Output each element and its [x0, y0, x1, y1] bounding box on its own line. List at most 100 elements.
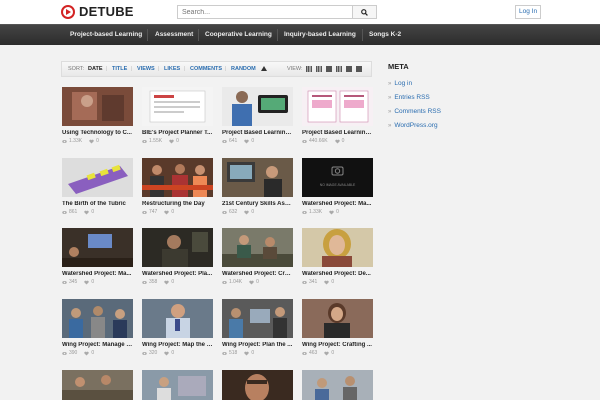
video-thumbnail[interactable] [302, 299, 373, 338]
video-title[interactable]: Using Technology to C... [62, 130, 133, 136]
video-title[interactable]: The Birth of the Tubric [62, 201, 133, 207]
nav-item-cooperative-learning[interactable]: Cooperative Learning [205, 25, 272, 45]
sidebar-link-label[interactable]: Comments RSS [394, 108, 441, 115]
video-thumbnail[interactable] [222, 370, 293, 400]
views-icon [62, 280, 67, 285]
video-card[interactable]: Using Technology to C... 1.33K 0 [62, 87, 133, 144]
video-card[interactable]: BIE's Project Planner T... 1.55K 0 [142, 87, 213, 144]
video-title[interactable]: Restructuring the Day [142, 201, 213, 207]
view-full-icon[interactable] [356, 66, 362, 72]
video-title[interactable]: 21st Century Skills Ass... [222, 201, 293, 207]
video-thumbnail[interactable] [302, 87, 373, 126]
nav-item-songs-k2[interactable]: Songs K-2 [369, 25, 401, 45]
view-grid-medium-icon[interactable] [316, 66, 322, 72]
sidebar-link-login[interactable]: » Log in [388, 80, 518, 87]
search-input[interactable] [177, 5, 353, 19]
video-thumbnail[interactable] [142, 299, 213, 338]
video-card[interactable]: Wing Project: Map the P... 320 0 [142, 299, 213, 356]
site-logo[interactable]: DETUBE [61, 4, 134, 19]
video-card[interactable]: Restructuring the Day 747 0 [142, 158, 213, 215]
view-grid-large-icon[interactable] [326, 66, 332, 72]
video-thumbnail[interactable] [62, 87, 133, 126]
search-button[interactable] [353, 5, 377, 19]
video-title[interactable]: Wing Project: Plan the ... [222, 342, 293, 348]
video-card[interactable]: Watershed Project: Ma... 345 0 [62, 228, 133, 285]
video-card[interactable]: Wing Project: Plan the ... 518 0 [222, 299, 293, 356]
view-grid-small-icon[interactable] [306, 66, 312, 72]
sidebar-link-entries-rss[interactable]: » Entries RSS [388, 94, 518, 101]
video-card[interactable]: Watershed Project: Cra... 1.04K 0 [222, 228, 293, 285]
view-list-icon[interactable] [336, 66, 342, 72]
views-icon [62, 139, 67, 144]
video-thumbnail[interactable] [62, 228, 133, 267]
view-count: 861 [69, 209, 78, 215]
video-card[interactable] [302, 370, 373, 400]
video-thumbnail[interactable] [222, 228, 293, 267]
video-title[interactable]: Watershed Project: Cra... [222, 271, 293, 277]
sidebar-link-label[interactable]: Log in [394, 80, 412, 87]
nav-item-project-based-learning[interactable]: Project-based Learning [70, 25, 142, 45]
video-thumbnail[interactable] [142, 228, 213, 267]
video-thumbnail[interactable] [222, 87, 293, 126]
video-card[interactable]: Watershed Project: De... 341 0 [302, 228, 373, 285]
video-thumbnail[interactable] [62, 370, 133, 400]
video-meta: 1.04K 0 [222, 279, 293, 285]
video-thumbnail[interactable] [62, 299, 133, 338]
view-list-large-icon[interactable] [346, 66, 352, 72]
sort-option-date[interactable]: DATE [88, 66, 103, 72]
search-form [177, 5, 377, 19]
nav-item-inquiry-based-learning[interactable]: Inquiry-based Learning [284, 25, 356, 45]
like-count: 0 [251, 138, 255, 144]
likes-icon [249, 280, 254, 285]
sort-option-views[interactable]: VIEWS [137, 66, 155, 72]
video-card[interactable]: Project Based Learning... 440.66K 0 [302, 87, 373, 144]
video-title[interactable]: Watershed Project: Pla... [142, 271, 213, 277]
video-title[interactable]: BIE's Project Planner T... [142, 130, 213, 136]
video-meta: 463 0 [302, 350, 373, 356]
likes-icon [324, 280, 329, 285]
sidebar-link-label[interactable]: Entries RSS [394, 94, 429, 101]
video-title[interactable]: Project Based Learning... [302, 130, 373, 136]
like-count: 0 [171, 209, 175, 215]
video-title[interactable]: Project Based Learning... [222, 130, 293, 136]
video-thumbnail[interactable] [302, 228, 373, 267]
video-card[interactable] [142, 370, 213, 400]
sidebar-link-wordpress[interactable]: » WordPress.org [388, 122, 518, 129]
login-button[interactable]: Log In [515, 5, 542, 19]
video-thumbnail[interactable] [142, 158, 213, 197]
sidebar-link-comments-rss[interactable]: » Comments RSS [388, 108, 518, 115]
video-title[interactable]: Wing Project: Crafting ... [302, 342, 373, 348]
video-thumbnail[interactable] [222, 158, 293, 197]
sort-option-random[interactable]: RANDOM [231, 66, 256, 72]
video-card[interactable] [222, 370, 293, 400]
video-thumbnail[interactable] [142, 87, 213, 126]
like-count: 0 [91, 209, 95, 215]
video-meta: 358 0 [142, 279, 213, 285]
video-title[interactable]: Watershed Project: Ma... [62, 271, 133, 277]
sort-option-title[interactable]: TITLE [112, 66, 127, 72]
sort-direction-icon[interactable] [261, 66, 267, 71]
video-card[interactable]: Wing Project: Manage t... 390 0 [62, 299, 133, 356]
video-card[interactable]: NO IMAGE AVAILABLE Watershed Project: Ma… [302, 158, 373, 215]
video-thumbnail[interactable] [302, 370, 373, 400]
sort-option-comments[interactable]: COMMENTS [190, 66, 222, 72]
video-title[interactable]: Wing Project: Manage t... [62, 342, 133, 348]
sort-option-likes[interactable]: LIKES [164, 66, 180, 72]
video-title[interactable]: Watershed Project: De... [302, 271, 373, 277]
video-card[interactable] [62, 370, 133, 400]
video-thumbnail[interactable] [222, 299, 293, 338]
sort-divider: | [158, 66, 160, 72]
video-title[interactable]: Wing Project: Map the P... [142, 342, 213, 348]
sidebar-link-label[interactable]: WordPress.org [394, 122, 437, 129]
video-title[interactable]: Watershed Project: Ma... [302, 201, 373, 207]
video-card[interactable]: The Birth of the Tubric 861 0 [62, 158, 133, 215]
video-thumbnail[interactable] [62, 158, 133, 197]
video-card[interactable]: Watershed Project: Pla... 358 0 [142, 228, 213, 285]
video-card[interactable]: 21st Century Skills Ass... 632 0 [222, 158, 293, 215]
video-card[interactable]: Project Based Learning... 641 0 [222, 87, 293, 144]
views-icon [142, 351, 147, 356]
nav-item-assessment[interactable]: Assessment [155, 25, 193, 45]
video-thumbnail[interactable] [142, 370, 213, 400]
video-card[interactable]: Wing Project: Crafting ... 463 0 [302, 299, 373, 356]
video-thumbnail[interactable]: NO IMAGE AVAILABLE [302, 158, 373, 197]
